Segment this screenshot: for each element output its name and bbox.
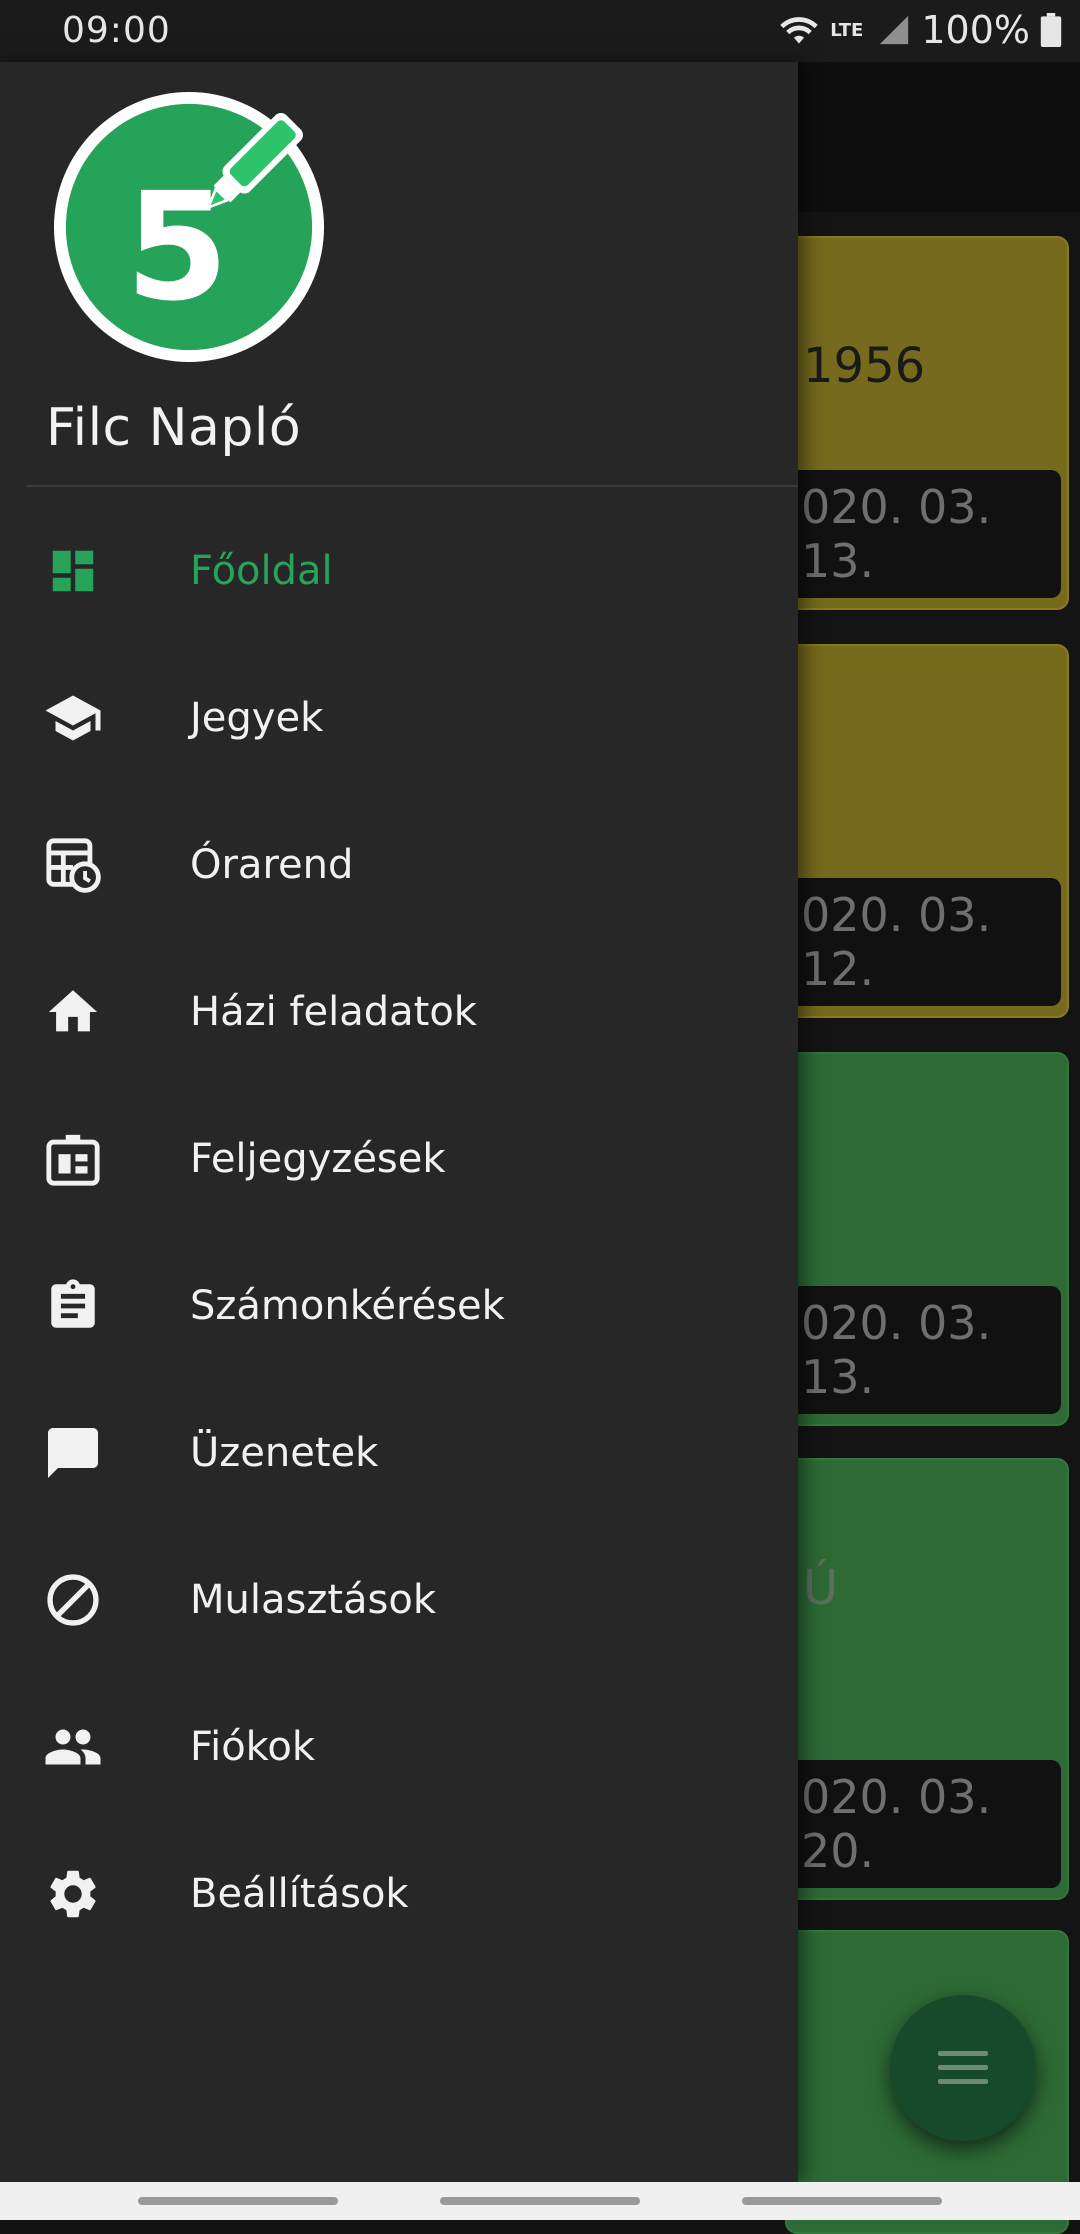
graduation-cap-icon <box>42 687 104 749</box>
menu-item-home-page[interactable]: Főoldal <box>0 497 798 644</box>
menu-label: Órarend <box>190 841 354 888</box>
feed-card[interactable]: 1956 020. 03. 13. <box>785 236 1069 610</box>
chat-bubble-icon <box>42 1422 104 1484</box>
menu-label: Üzenetek <box>190 1429 379 1476</box>
card-title: Ú <box>803 1560 839 1616</box>
header-divider <box>26 485 798 487</box>
logo-number: 5 <box>125 161 229 334</box>
card-date: 020. 03. 12. <box>787 878 1061 1006</box>
menu-item-notes[interactable]: Feljegyzések <box>0 1085 798 1232</box>
menu-item-homework[interactable]: Házi feladatok <box>0 938 798 1085</box>
app-logo: 5 <box>53 91 325 363</box>
nav-back-button[interactable] <box>742 2197 942 2205</box>
menu-item-accounts[interactable]: Fiókok <box>0 1673 798 1820</box>
people-icon <box>42 1716 104 1778</box>
menu-item-absences[interactable]: Mulasztások <box>0 1526 798 1673</box>
battery-percent: 100% <box>921 8 1030 52</box>
clipboard-icon <box>42 1275 104 1337</box>
card-date: 020. 03. 20. <box>787 1760 1061 1888</box>
nav-recents-button[interactable] <box>138 2197 338 2205</box>
menu-item-grades[interactable]: Jegyek <box>0 644 798 791</box>
menu-label: Beállítások <box>190 1870 409 1917</box>
card-date: 020. 03. 13. <box>787 470 1061 598</box>
feed-card[interactable]: Ú 020. 03. 20. <box>785 1458 1069 1900</box>
menu-label: Feljegyzések <box>190 1135 446 1182</box>
network-type: LTE <box>830 19 864 41</box>
menu-icon <box>938 2051 988 2085</box>
wifi-icon <box>780 17 818 44</box>
dashboard-icon <box>42 540 104 602</box>
feed-card[interactable]: 020. 03. 12. <box>785 644 1069 1018</box>
menu-item-settings[interactable]: Beállítások <box>0 1820 798 1967</box>
menu-fab-button[interactable] <box>890 1995 1036 2141</box>
menu-item-exams[interactable]: Számonkérések <box>0 1232 798 1379</box>
timetable-icon <box>42 834 104 896</box>
navigation-drawer: 5 Filc Napló Főoldal Jegyek Órarend Házi… <box>0 62 798 2182</box>
status-time: 09:00 <box>62 10 171 51</box>
menu-label: Jegyek <box>190 694 324 741</box>
app-title: Filc Napló <box>46 398 302 458</box>
home-icon <box>42 981 104 1043</box>
menu-label: Fiókok <box>190 1723 316 1770</box>
menu-label: Házi feladatok <box>190 988 477 1035</box>
menu-label: Mulasztások <box>190 1576 436 1623</box>
menu-label: Főoldal <box>190 547 333 594</box>
feed-card[interactable]: 020. 03. 13. <box>785 1052 1069 1426</box>
battery-icon <box>1040 13 1062 47</box>
block-icon <box>42 1569 104 1631</box>
gear-icon <box>42 1863 104 1925</box>
status-bar: 09:00 LTE 100% <box>0 0 1080 62</box>
drawer-menu: Főoldal Jegyek Órarend Házi feladatok Fe… <box>0 497 798 1967</box>
menu-label: Számonkérések <box>190 1282 505 1329</box>
drawer-header: 5 Filc Napló <box>0 62 798 487</box>
notes-badge-icon <box>42 1128 104 1190</box>
card-title: 1956 <box>803 338 926 394</box>
card-date: 020. 03. 13. <box>787 1286 1061 1414</box>
system-nav-bar <box>0 2182 1080 2220</box>
nav-home-button[interactable] <box>440 2197 640 2205</box>
menu-item-messages[interactable]: Üzenetek <box>0 1379 798 1526</box>
menu-item-timetable[interactable]: Órarend <box>0 791 798 938</box>
signal-icon <box>880 15 909 45</box>
